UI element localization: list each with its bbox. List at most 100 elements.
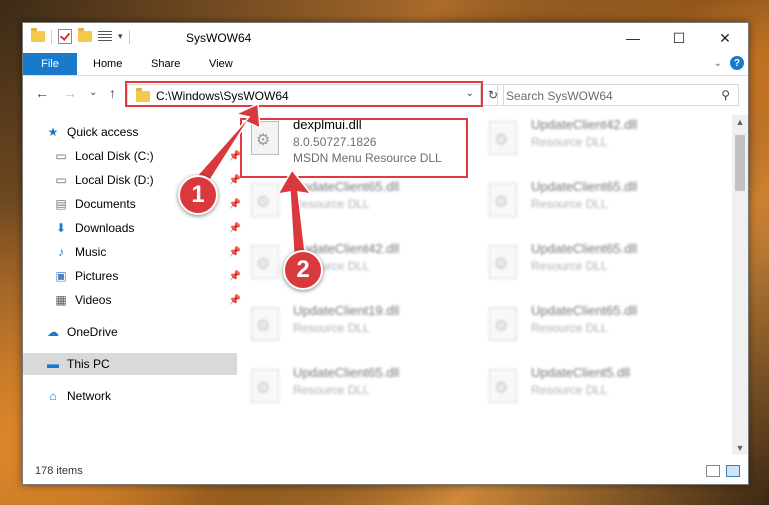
music-icon: ♪ [58,245,64,259]
sidebar-item-music[interactable]: ♪ Music 📌 [23,241,245,263]
dll-file-icon [251,307,279,341]
tab-file[interactable]: File [23,53,77,75]
properties-check-icon[interactable] [58,29,72,44]
recent-locations-button[interactable]: ⌄ [89,87,97,98]
pin-icon[interactable]: 📌 [229,151,241,162]
search-placeholder: Search SysWOW64 [506,89,613,103]
file-item[interactable]: UpdateClient65.dll Resource DLL [483,177,713,233]
sidebar-item-label: Quick access [67,125,139,139]
forward-button[interactable]: → [63,85,77,101]
file-name: UpdateClient42.dll [531,117,638,132]
dll-file-icon [489,245,517,279]
sidebar-item-local-disk-c[interactable]: ▭ Local Disk (C:) 📌 [23,145,245,167]
customize-toolbar-icon[interactable] [98,30,112,43]
file-name: UpdateClient5.dll [531,365,631,380]
pin-icon[interactable]: 📌 [229,175,241,186]
sidebar-item-label: Local Disk (C:) [75,149,154,163]
file-version: 8.0.50727.1826 [293,135,377,149]
file-name: UpdateClient65.dll [531,241,638,256]
sidebar-item-downloads[interactable]: ⬇ Downloads 📌 [23,217,245,239]
status-bar: 178 items [23,460,748,484]
file-item[interactable]: UpdateClient42.dll Resource DLL [245,239,475,295]
sidebar-item-quick-access[interactable]: ★ Quick access [23,121,237,143]
new-folder-icon[interactable] [78,28,92,42]
file-item[interactable]: UpdateClient19.dll Resource DLL [245,301,475,357]
search-icon: ⚲ [721,88,730,102]
file-item-dexplmui[interactable]: dexplmui.dll 8.0.50727.1826 MSDN Menu Re… [245,115,475,171]
view-switcher [706,465,740,477]
computer-icon: ▬ [47,357,59,371]
scroll-down-arrow[interactable]: ▼ [732,443,748,453]
file-item[interactable]: UpdateClient65.dll Resource DLL [245,177,475,233]
file-type: Resource DLL [531,135,608,149]
pin-icon[interactable]: 📌 [229,223,241,234]
file-type: Resource DLL [293,197,370,211]
folder-icon [136,88,150,102]
up-button[interactable]: ↑ [109,85,116,101]
scroll-up-arrow[interactable]: ▲ [732,117,748,127]
cloud-icon: ☁ [47,325,59,339]
navigation-bar: ← → ⌄ ↑ C:\Windows\SysWOW64 ⌄ ↻ Search S… [23,79,748,109]
tab-home[interactable]: Home [93,53,122,75]
back-button[interactable]: ← [35,85,49,101]
callout-badge-1: 1 [178,175,218,215]
file-name: UpdateClient65.dll [293,365,400,380]
sidebar-item-label: Pictures [75,269,119,283]
pin-icon[interactable]: 📌 [229,295,241,306]
pin-icon[interactable]: 📌 [229,247,241,258]
file-type: Resource DLL [293,383,370,397]
ribbon-tabs: File Home Share View ⌄ ? [23,53,748,76]
file-type: Resource DLL [531,321,608,335]
sidebar-item-label: Documents [75,197,136,211]
item-count: 178 items [35,465,83,477]
chevron-down-icon[interactable]: ⌄ [714,58,722,69]
file-item[interactable]: UpdateClient65.dll Resource DLL [245,363,475,419]
sidebar-item-network[interactable]: ⌂ Network [23,385,237,407]
address-bar[interactable]: C:\Windows\SysWOW64 ⌄ [127,84,481,106]
quick-access-toolbar: ▾ [31,28,130,44]
file-item[interactable]: UpdateClient5.dll Resource DLL [483,363,713,419]
ribbon-right-controls: ⌄ ? [714,56,744,70]
file-name: UpdateClient65.dll [531,303,638,318]
tab-share[interactable]: Share [151,53,180,75]
details-view-icon[interactable] [706,465,720,477]
scroll-thumb[interactable] [735,135,745,191]
maximize-button[interactable]: ☐ [656,23,702,53]
tab-view[interactable]: View [209,53,233,75]
dll-file-icon [489,121,517,155]
file-item[interactable]: UpdateClient65.dll Resource DLL [483,239,713,295]
sidebar-item-label: Music [75,245,107,259]
sidebar-item-this-pc[interactable]: ▬ This PC [23,353,237,375]
file-item[interactable]: UpdateClient65.dll Resource DLL [483,301,713,357]
file-type: Resource DLL [531,197,608,211]
toolbar-separator [51,29,52,44]
sidebar-item-videos[interactable]: ▦ Videos 📌 [23,289,245,311]
search-input[interactable]: Search SysWOW64 ⚲ [497,84,739,106]
documents-icon: ▤ [55,197,67,211]
title-bar: ▾ SysWOW64 — ☐ ✕ [23,23,748,53]
sidebar-item-onedrive[interactable]: ☁ OneDrive [23,321,237,343]
sidebar-item-label: Local Disk (D:) [75,173,154,187]
file-name: UpdateClient65.dll [531,179,638,194]
window-controls: — ☐ ✕ [610,23,748,53]
window-title: SysWOW64 [186,31,252,45]
file-item[interactable]: UpdateClient42.dll Resource DLL [483,115,713,171]
file-name: UpdateClient19.dll [293,303,400,318]
file-type: Resource DLL [293,321,370,335]
dll-file-icon [489,369,517,403]
pin-icon[interactable]: 📌 [229,271,241,282]
tiles-view-icon[interactable] [726,465,740,477]
help-icon[interactable]: ? [730,56,744,70]
drive-icon: ▭ [55,173,67,187]
chevron-down-icon[interactable]: ⌄ [466,88,474,99]
pin-icon[interactable]: 📌 [229,199,241,210]
callout-badge-2: 2 [283,250,323,290]
vertical-scrollbar[interactable]: ▲ ▼ [732,115,748,455]
chevron-down-icon[interactable]: ▾ [118,31,123,42]
close-button[interactable]: ✕ [702,23,748,53]
minimize-button[interactable]: — [610,23,656,53]
dll-file-icon [489,307,517,341]
sidebar-item-pictures[interactable]: ▣ Pictures 📌 [23,265,245,287]
folder-icon [31,28,45,42]
address-path[interactable]: C:\Windows\SysWOW64 [156,89,289,103]
